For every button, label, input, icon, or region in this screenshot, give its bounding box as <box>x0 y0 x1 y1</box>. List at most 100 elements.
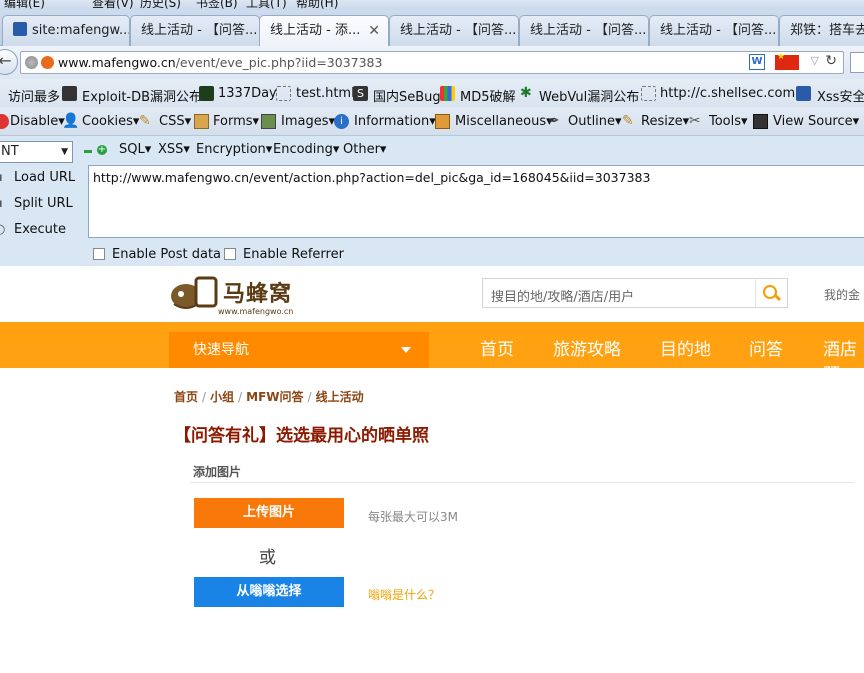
bookmark-md5[interactable]: MD5破解 <box>460 86 516 105</box>
webdev-view-source[interactable]: View Source▾ <box>773 114 859 129</box>
hackbar-menu-encoding[interactable]: Encoding▾ <box>273 142 339 157</box>
or-separator: 或 <box>259 548 276 568</box>
tools-icon: ✂ <box>689 113 701 129</box>
nav-home[interactable]: 首页 <box>480 335 514 360</box>
bookmark-test-html[interactable]: test.html <box>296 86 355 101</box>
tab-event-active[interactable]: 线上活动 - 添... ✕ <box>259 15 389 47</box>
webdev-disable[interactable]: Disable▾ <box>10 114 65 129</box>
china-flag-icon <box>775 52 799 70</box>
tab-event-4[interactable]: 线上活动 - 【问答... <box>519 15 649 46</box>
bookmark-exploitdb[interactable]: Exploit-DB漏洞公布 <box>82 86 202 105</box>
menu-item[interactable]: 编辑(E) <box>4 0 45 10</box>
menu-item[interactable]: 工具(T) <box>246 0 287 10</box>
bookmark-sebug[interactable]: 国内SeBug <box>373 86 441 105</box>
minus-icon[interactable] <box>84 150 92 153</box>
dropdown-arrow-icon[interactable]: ▽ <box>811 54 819 67</box>
enable-referrer-checkbox[interactable]: Enable Referrer <box>224 247 344 262</box>
webdev-miscellaneous[interactable]: Miscellaneous▾ <box>455 114 553 129</box>
reload-icon[interactable]: ↻ <box>825 53 837 69</box>
mafengwo-logo[interactable]: 马蜂窝 www.mafengwo.cn <box>168 274 298 318</box>
checkbox-box <box>224 248 236 260</box>
hackbar-menu-sql[interactable]: SQL▾ <box>119 142 151 157</box>
bookmark-webvul[interactable]: WebVul漏洞公布 <box>539 86 639 105</box>
breadcrumb-groups[interactable]: 小组 <box>210 390 234 404</box>
plus-icon[interactable]: + <box>97 145 107 155</box>
tab-event-5[interactable]: 线上活动 - 【问答... <box>649 15 779 46</box>
images-icon <box>261 114 276 129</box>
search-icon[interactable] <box>755 279 787 307</box>
back-arrow-icon[interactable]: ← <box>0 49 18 75</box>
navigation-bar: ← www.mafengwo.cn/event/eve_pic.php?iid=… <box>0 46 864 79</box>
caret-down-icon <box>401 347 411 353</box>
nav-destinations[interactable]: 目的地 <box>660 335 711 360</box>
what-is-wengweng-link[interactable]: 嗡嗡是什么？ <box>368 586 440 603</box>
tab-label: site:mafengw... <box>32 23 130 38</box>
webdev-information[interactable]: Information▾ <box>354 114 436 129</box>
login-link[interactable]: 我的金 <box>824 286 860 303</box>
pencil-icon: ✎ <box>139 113 151 129</box>
execute-label: Execute <box>14 222 66 237</box>
choose-from-wengweng-button[interactable]: 从嗡嗡选择 <box>194 577 344 607</box>
upload-image-button[interactable]: 上传图片 <box>194 498 344 528</box>
hackbar-select[interactable]: NT ▼ <box>0 141 73 163</box>
webdev-images[interactable]: Images▾ <box>281 114 335 129</box>
mafengwo-mascot-icon <box>171 276 218 309</box>
resize-icon: ✎ <box>622 113 634 129</box>
1337day-icon <box>199 86 214 101</box>
hackbar-menu-xss[interactable]: XSS▾ <box>158 142 190 157</box>
close-icon[interactable]: ✕ <box>368 16 380 46</box>
hackbar-url-textarea[interactable]: http://www.mafengwo.cn/event/action.php?… <box>88 165 864 238</box>
cookie-user-icon: 👤 <box>62 113 80 129</box>
tab-bar: site:mafengw... 线上活动 - 【问答... 线上活动 - 添..… <box>0 10 864 47</box>
quick-nav-button[interactable]: 快速导航 <box>169 332 429 368</box>
breadcrumb-online-events[interactable]: 线上活动 <box>316 390 364 404</box>
disable-icon <box>0 114 9 129</box>
misc-icon <box>435 114 450 129</box>
menu-item[interactable]: 书签(B) <box>196 0 238 10</box>
tab-label: 线上活动 - 添... <box>270 23 361 38</box>
webdev-forms[interactable]: Forms▾ <box>213 114 259 129</box>
forms-icon <box>194 114 209 129</box>
tab-event-1[interactable]: 线上活动 - 【问答... <box>130 15 260 46</box>
webdev-tools[interactable]: Tools▾ <box>709 114 748 129</box>
execute-button[interactable]: ○ Execute <box>0 222 66 237</box>
site-search-input[interactable]: 搜目的地/攻略/酒店/用户 <box>482 278 788 308</box>
webdev-cookies[interactable]: Cookies▾ <box>82 114 139 129</box>
menu-item[interactable]: 查看(V) <box>92 0 134 10</box>
tab-site-search[interactable]: site:mafengw... <box>2 15 130 46</box>
tab-zhengtie[interactable]: 郑铁：搭车去全... <box>779 15 864 46</box>
bookmark-most-visited[interactable]: 访问最多 <box>8 86 60 105</box>
bookmark-1337day[interactable]: 1337Day <box>218 86 277 101</box>
address-domain: www.mafengwo.cn <box>58 55 176 70</box>
address-url[interactable]: www.mafengwo.cn/event/eve_pic.php?iid=30… <box>58 55 382 70</box>
split-url-button[interactable]: ▪ Split URL <box>0 196 73 211</box>
webdev-css[interactable]: CSS▾ <box>159 114 191 129</box>
quick-nav-label: 快速导航 <box>193 342 249 358</box>
split-url-label: Split URL <box>14 196 73 211</box>
address-bar[interactable]: www.mafengwo.cn/event/eve_pic.php?iid=30… <box>20 51 844 74</box>
nav-travel-guides[interactable]: 旅游攻略 <box>553 335 621 360</box>
menu-item[interactable]: 帮助(H) <box>296 0 338 10</box>
load-url-icon: ▪ <box>0 170 4 185</box>
menu-bar: 编辑(E) 查看(V) 历史(S) 书签(B) 工具(T) 帮助(H) <box>0 0 864 10</box>
bookmark-xss[interactable]: Xss安全 <box>817 86 864 105</box>
checkbox-box <box>93 248 105 260</box>
load-url-button[interactable]: ▪ Load URL <box>0 170 75 185</box>
load-url-label: Load URL <box>14 170 76 185</box>
breadcrumb-mfw-qa[interactable]: MFW问答 <box>246 390 303 404</box>
bookmark-shellsec[interactable]: http://c.shellsec.com... <box>660 86 808 101</box>
word-icon[interactable]: W <box>749 54 765 70</box>
breadcrumb-home[interactable]: 首页 <box>174 390 198 404</box>
search-engine-icon[interactable] <box>850 52 864 73</box>
tab-event-3[interactable]: 线上活动 - 【问答... <box>389 15 519 46</box>
web-developer-toolbar: Disable▾ 👤 Cookies▾ ✎ CSS▾ Forms▾ Images… <box>0 107 864 135</box>
hackbar-select-value: NT <box>1 144 19 159</box>
webdev-outline[interactable]: Outline▾ <box>568 114 622 129</box>
webdev-resize[interactable]: Resize▾ <box>641 114 689 129</box>
hackbar-menu-encryption[interactable]: Encryption▾ <box>196 142 272 157</box>
tab-label: 郑铁：搭车去全... <box>790 23 864 38</box>
nav-qa[interactable]: 问答 <box>749 335 783 360</box>
enable-post-checkbox[interactable]: Enable Post data <box>93 247 221 262</box>
menu-item[interactable]: 历史(S) <box>140 0 181 10</box>
hackbar-menu-other[interactable]: Other▾ <box>343 142 386 157</box>
